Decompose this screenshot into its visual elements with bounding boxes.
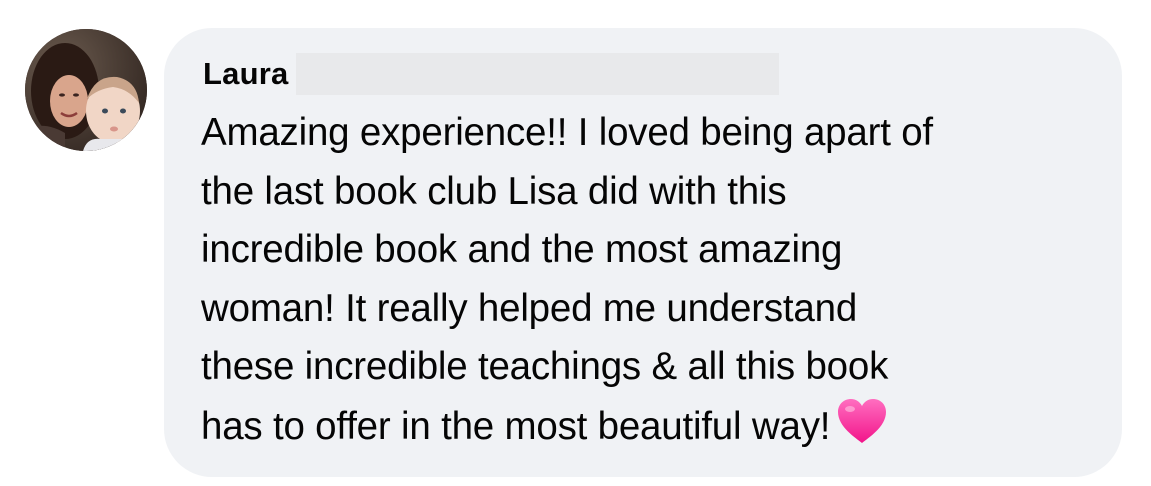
comment-line: incredible book and the most amazing bbox=[201, 228, 843, 272]
comment-line: the last book club Lisa did with this bbox=[201, 169, 787, 213]
comment-bubble: Laura Amazing experience!! I loved being… bbox=[164, 28, 1122, 477]
redacted-surname bbox=[296, 53, 780, 95]
author-name[interactable]: Laura bbox=[203, 54, 288, 94]
comment-line-last: has to offer in the most beautiful way! bbox=[201, 397, 1101, 457]
comment-line: these incredible teachings & all this bo… bbox=[201, 345, 889, 389]
pink-heart-icon bbox=[836, 397, 888, 445]
avatar[interactable] bbox=[25, 29, 147, 151]
comment-line: woman! It really helped me understand bbox=[201, 286, 858, 330]
comment-text: Amazing experience!! I loved being apart… bbox=[201, 104, 1101, 457]
comment-line: Amazing experience!! I loved being apart… bbox=[201, 111, 933, 154]
comment-line-last-text: has to offer in the most beautiful way! bbox=[201, 404, 831, 448]
avatar-photo bbox=[25, 29, 147, 151]
author-row: Laura bbox=[203, 53, 780, 95]
